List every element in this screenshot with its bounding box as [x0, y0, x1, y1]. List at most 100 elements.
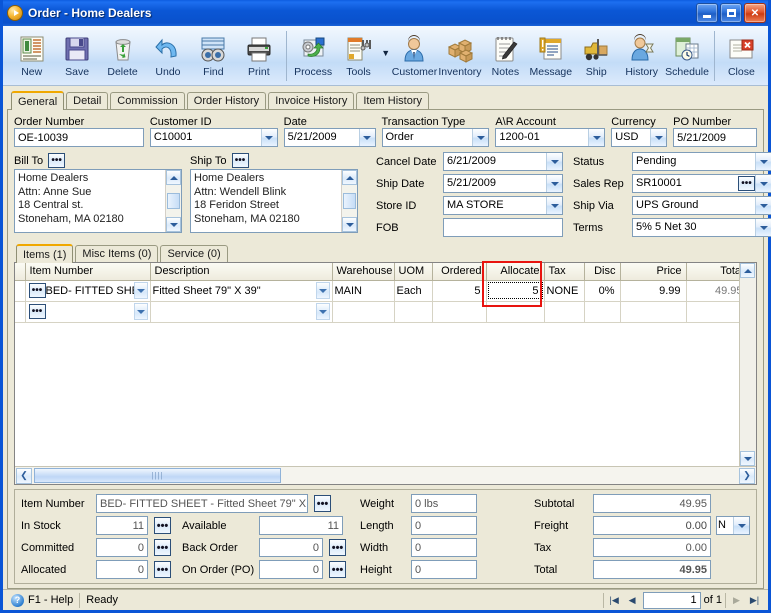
toolbar-button-message[interactable]: Message [528, 29, 573, 85]
chevron-down-icon[interactable] [650, 129, 667, 146]
toolbar-button-tools[interactable]: Tools [336, 29, 381, 85]
sales-rep-lookup-button[interactable]: ••• [738, 176, 755, 191]
column-header-tax[interactable]: Tax [544, 263, 585, 281]
ship-via-combo[interactable]: UPS Ground [632, 196, 771, 215]
currency-combo[interactable]: USD [611, 128, 668, 147]
cell-item-number[interactable]: ••• [25, 301, 151, 323]
grid-tab-items[interactable]: Items (1) [16, 244, 74, 263]
on-order-po-detail-button[interactable]: ••• [329, 561, 346, 578]
cell-ordered[interactable]: 5 [432, 280, 487, 302]
chevron-down-icon[interactable] [133, 282, 148, 299]
toolbar-button-print[interactable]: Print [236, 29, 281, 85]
toolbar-button-undo[interactable]: Undo [145, 29, 190, 85]
chevron-down-icon[interactable] [315, 303, 330, 320]
cell-tax[interactable]: NONE [544, 280, 585, 302]
transaction-type-combo[interactable]: Order [381, 128, 490, 147]
committed-detail-button[interactable]: ••• [154, 539, 171, 556]
bill-to-lookup-button[interactable]: ••• [48, 153, 66, 168]
column-header-item-number[interactable]: Item Number [25, 263, 151, 281]
fob-input[interactable] [443, 218, 563, 237]
toolbar-button-find[interactable]: Find [191, 29, 236, 85]
grid-vertical-scrollbar[interactable] [739, 263, 756, 466]
cell-price[interactable] [620, 301, 687, 323]
next-record-button[interactable]: ▶ [729, 593, 744, 608]
current-record-input[interactable]: 1 [642, 591, 701, 609]
ship-to-textarea[interactable]: Home Dealers Attn: Wendell Blink 18 Feri… [190, 169, 358, 233]
cell-disc[interactable] [584, 301, 621, 323]
column-header-uom[interactable]: UOM [394, 263, 433, 281]
cell-description[interactable] [150, 301, 333, 323]
item-lookup-button[interactable]: ••• [28, 283, 46, 298]
toolbar-button-schedule[interactable]: Schedule [664, 29, 709, 85]
last-record-button[interactable]: ▶| [747, 593, 762, 608]
cell-warehouse[interactable] [332, 301, 395, 323]
po-number-input[interactable]: 5/21/2009 [673, 128, 757, 147]
toolbar-button-inventory[interactable]: Inventory [437, 29, 482, 85]
chevron-down-icon[interactable] [546, 197, 562, 214]
status-combo[interactable]: Pending [632, 152, 771, 171]
chevron-down-icon[interactable] [755, 153, 771, 170]
cell-description[interactable]: Fitted Sheet 79" X 39" [150, 280, 333, 302]
scroll-up-icon[interactable] [166, 170, 181, 185]
cell-item-number[interactable]: ••• BED- FITTED SHEE [25, 280, 151, 302]
ship-to-scrollbar[interactable] [341, 170, 357, 232]
in-stock-detail-button[interactable]: ••• [154, 517, 171, 534]
tab-general[interactable]: General [11, 91, 65, 110]
tab-order-history[interactable]: Order History [186, 92, 267, 109]
toolbar-button-new[interactable]: New [9, 29, 54, 85]
scroll-down-icon[interactable] [166, 217, 181, 232]
chevron-down-icon[interactable] [755, 219, 771, 236]
toolbar-button-save[interactable]: Save [54, 29, 99, 85]
minimize-button[interactable] [696, 3, 718, 23]
grid-tab-misc-items[interactable]: Misc Items (0) [75, 245, 159, 262]
cell-price[interactable]: 9.99 [620, 280, 687, 302]
close-button[interactable]: ✕ [744, 3, 766, 23]
table-row[interactable]: ••• BED- FITTED SHEE Fitted Sheet 79" X [15, 280, 749, 302]
help-segment[interactable]: ? F1 - Help [5, 592, 79, 609]
scroll-left-icon[interactable]: ❮ [16, 467, 32, 484]
order-number-input[interactable]: OE-10039 [14, 128, 144, 147]
scroll-thumb[interactable] [343, 193, 356, 209]
cell-warehouse[interactable]: MAIN [332, 280, 395, 302]
tab-item-history[interactable]: Item History [356, 92, 430, 109]
sales-rep-combo[interactable]: SR10001 ••• [632, 174, 771, 193]
scroll-down-icon[interactable] [342, 217, 357, 232]
cell-ordered[interactable] [432, 301, 487, 323]
column-header-disc[interactable]: Disc [584, 263, 621, 281]
customer-id-combo[interactable]: C10001 [149, 128, 278, 147]
tab-commission[interactable]: Commission [110, 92, 185, 109]
allocated-detail-button[interactable]: ••• [154, 561, 171, 578]
column-header-ordered[interactable]: Ordered [432, 263, 487, 281]
chevron-down-icon[interactable] [315, 282, 330, 299]
previous-record-button[interactable]: ◀ [625, 593, 640, 608]
toolbar-button-close[interactable]: Close [719, 29, 764, 85]
chevron-down-icon[interactable] [733, 517, 749, 534]
column-header-warehouse[interactable]: Warehouse [332, 263, 395, 281]
cell-tax[interactable] [544, 301, 585, 323]
cell-disc[interactable]: 0% [584, 280, 621, 302]
cell-uom[interactable] [394, 301, 433, 323]
table-row[interactable]: ••• [15, 301, 749, 323]
toolbar-button-process[interactable]: Process [290, 29, 335, 85]
chevron-down-icon[interactable] [260, 129, 277, 146]
column-header-price[interactable]: Price [620, 263, 687, 281]
tab-invoice-history[interactable]: Invoice History [268, 92, 355, 109]
chevron-down-icon[interactable] [755, 197, 771, 214]
column-header-allocate[interactable]: Allocate [486, 263, 545, 281]
maximize-button[interactable] [720, 3, 742, 23]
chevron-down-icon[interactable] [133, 303, 148, 320]
grid-horizontal-scrollbar[interactable]: ❮ |||| ❯ [15, 466, 756, 484]
toolbar-button-history[interactable]: History [619, 29, 664, 85]
chevron-down-icon[interactable] [546, 153, 562, 170]
toolbar-button-ship[interactable]: Ship [574, 29, 619, 85]
chevron-down-icon[interactable] [546, 175, 562, 192]
bill-to-textarea[interactable]: Home Dealers Attn: Anne Sue 18 Central s… [14, 169, 182, 233]
cell-allocate[interactable] [486, 301, 545, 323]
grid-tab-service[interactable]: Service (0) [160, 245, 228, 262]
toolbar-button-notes[interactable]: Notes [483, 29, 528, 85]
chevron-down-icon[interactable] [472, 129, 489, 146]
ship-date-combo[interactable]: 5/21/2009 [443, 174, 563, 193]
bill-to-scrollbar[interactable] [165, 170, 181, 232]
chevron-down-icon[interactable]: ▼ [381, 48, 391, 58]
freight-input[interactable]: 0.00 [593, 516, 711, 535]
